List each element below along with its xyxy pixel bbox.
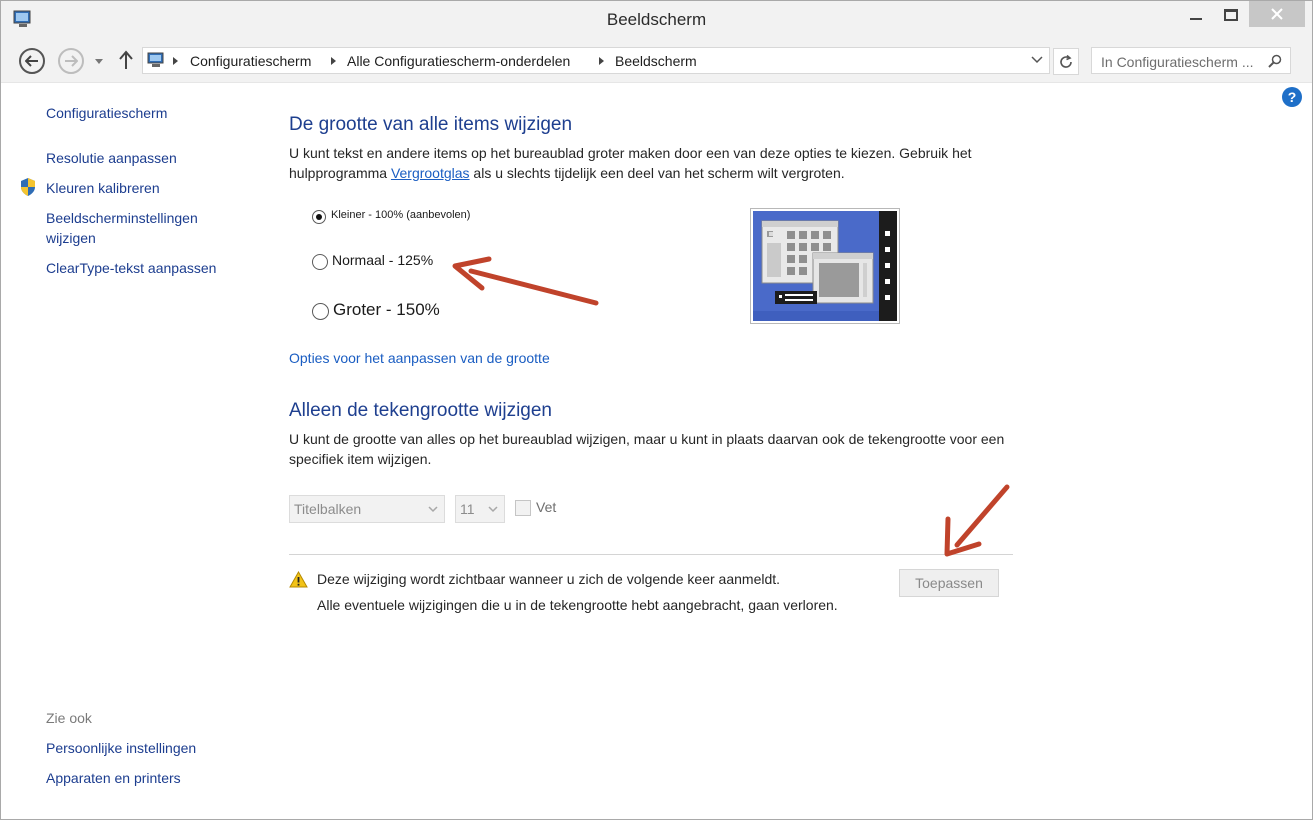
magnifier-link[interactable]: Vergrootglas xyxy=(391,165,470,181)
close-icon xyxy=(1271,8,1283,20)
annotation-arrow-icon xyxy=(452,256,599,306)
description-text: als u slechts tijdelijk een deel van het… xyxy=(469,165,845,181)
back-button[interactable] xyxy=(19,48,45,74)
breadcrumb-item[interactable]: Configuratiescherm xyxy=(190,53,311,69)
font-section-description: U kunt de grootte van alles op het burea… xyxy=(289,431,1005,467)
minimize-button[interactable] xyxy=(1181,1,1211,29)
window-title: Beeldscherm xyxy=(606,10,707,29)
radio-smaller[interactable] xyxy=(312,210,326,224)
forward-button[interactable] xyxy=(58,48,84,74)
arrow-left-icon xyxy=(25,55,38,67)
notice-line-1: Deze wijziging wordt zichtbaar wanneer u… xyxy=(317,571,781,587)
warning-icon xyxy=(289,571,308,588)
search-placeholder: In Configuratiescherm ... xyxy=(1101,54,1254,70)
breadcrumb-separator-icon[interactable] xyxy=(331,57,336,65)
annotation-arrows xyxy=(452,256,1010,557)
annotation-arrow-icon xyxy=(944,484,1010,557)
notice-line-2: Alle eventuele wijzigingen die u in de t… xyxy=(317,597,838,613)
font-section-heading: Alleen de tekengrootte wijzigen xyxy=(289,400,553,421)
bold-checkbox[interactable] xyxy=(515,500,531,516)
minimize-icon xyxy=(1190,18,1202,20)
item-select-value: Titelbalken xyxy=(294,501,362,517)
sidebar-item-calibrate[interactable]: Kleuren kalibreren xyxy=(46,178,160,198)
control-panel-icon xyxy=(147,52,164,67)
chevron-down-icon xyxy=(488,506,498,513)
desktop-preview-icon xyxy=(753,211,897,321)
see-also-heading: Zie ook xyxy=(46,710,92,726)
bold-checkbox-label[interactable]: Vet xyxy=(536,499,556,515)
item-select[interactable]: Titelbalken xyxy=(289,495,445,523)
breadcrumb-separator-icon[interactable] xyxy=(173,57,178,65)
size-select-value: 11 xyxy=(460,501,475,517)
title-bar: Beeldscherm xyxy=(1,1,1312,39)
divider xyxy=(289,554,1013,555)
recent-locations-dropdown[interactable] xyxy=(95,59,103,64)
breadcrumb-item[interactable]: Alle Configuratiescherm-onderdelen xyxy=(347,53,570,69)
sidebar-item-display-settings[interactable]: Beeldscherminstellingen wijzigen xyxy=(46,208,226,248)
window: Beeldscherm Configuratiescherm Alle Conf… xyxy=(0,0,1313,820)
maximize-icon xyxy=(1224,9,1238,21)
radio-normal[interactable] xyxy=(312,254,328,270)
breadcrumb-separator-icon[interactable] xyxy=(599,57,604,65)
size-section-heading: De grootte van alle items wijzigen xyxy=(289,114,573,135)
chevron-down-icon[interactable] xyxy=(1031,55,1043,65)
apply-button[interactable]: Toepassen xyxy=(899,569,999,597)
help-icon: ? xyxy=(1287,89,1297,105)
sidebar-link-control-panel-home[interactable]: Configuratiescherm xyxy=(46,103,167,123)
refresh-button[interactable] xyxy=(1053,48,1079,75)
see-also-devices-printers[interactable]: Apparaten en printers xyxy=(46,768,181,788)
refresh-icon xyxy=(1060,54,1072,68)
up-arrow-icon[interactable] xyxy=(117,49,135,71)
shield-icon xyxy=(21,178,35,196)
search-input[interactable]: In Configuratiescherm ... xyxy=(1091,47,1291,74)
size-select[interactable]: 11 xyxy=(455,495,505,523)
arrow-right-icon xyxy=(65,55,78,67)
radio-smaller-label[interactable]: Kleiner - 100% (aanbevolen) xyxy=(331,209,470,221)
radio-normal-label[interactable]: Normaal - 125% xyxy=(332,252,433,268)
radio-larger-label[interactable]: Groter - 150% xyxy=(333,300,440,320)
breadcrumb-item[interactable]: Beeldscherm xyxy=(615,53,697,69)
radio-larger[interactable] xyxy=(312,303,329,320)
sidebar-item-cleartype[interactable]: ClearType-tekst aanpassen xyxy=(46,258,216,278)
navigation-bar: Configuratiescherm Alle Configuratiesche… xyxy=(1,39,1312,83)
help-button[interactable]: ? xyxy=(1282,87,1302,107)
close-button[interactable] xyxy=(1249,1,1305,27)
search-icon xyxy=(1268,54,1282,68)
radio-selected-dot xyxy=(316,214,322,220)
sizing-options-link[interactable]: Opties voor het aanpassen van de grootte xyxy=(289,350,550,366)
sidebar-item-resolution[interactable]: Resolutie aanpassen xyxy=(46,148,177,168)
size-preview-image xyxy=(750,208,900,324)
address-bar[interactable]: Configuratiescherm Alle Configuratiesche… xyxy=(142,47,1050,74)
maximize-button[interactable] xyxy=(1216,1,1246,29)
size-section-description: U kunt tekst en andere items op het bure… xyxy=(289,143,1019,183)
chevron-down-icon xyxy=(428,506,438,513)
see-also-personalization[interactable]: Persoonlijke instellingen xyxy=(46,738,196,758)
